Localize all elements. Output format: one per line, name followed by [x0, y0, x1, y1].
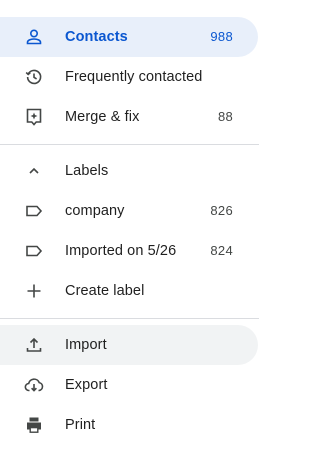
label-icon: [24, 241, 44, 261]
sidebar-item-label-imported[interactable]: Imported on 5/26 824: [0, 231, 258, 271]
sidebar-item-label: Frequently contacted: [65, 69, 203, 85]
import-label: Import: [65, 337, 107, 353]
sidebar-item-label: Contacts: [65, 29, 128, 45]
label-count: 824: [210, 243, 233, 258]
create-label-button[interactable]: Create label: [0, 271, 258, 311]
merge-fix-icon: [24, 107, 44, 127]
labels-section-toggle[interactable]: Labels: [0, 151, 258, 191]
export-label: Export: [65, 377, 108, 393]
divider: [0, 144, 259, 145]
sidebar-item-merge-fix[interactable]: Merge & fix 88: [0, 97, 258, 137]
print-button[interactable]: Print: [0, 405, 258, 445]
print-label: Print: [65, 417, 96, 433]
printer-icon: [24, 415, 44, 435]
labels-heading: Labels: [65, 163, 109, 179]
plus-icon: [24, 281, 44, 301]
contacts-count: 988: [210, 29, 233, 44]
person-icon: [24, 27, 44, 47]
merge-count: 88: [217, 109, 233, 124]
import-button[interactable]: Import: [0, 325, 258, 365]
export-button[interactable]: Export: [0, 365, 258, 405]
sidebar-item-label: Merge & fix: [65, 109, 140, 125]
upload-icon: [24, 335, 44, 355]
label-count: 826: [210, 203, 233, 218]
sidebar-item-contacts[interactable]: Contacts 988: [0, 17, 258, 57]
sidebar-item-label: Imported on 5/26: [65, 243, 177, 259]
history-icon: [24, 67, 44, 87]
chevron-up-icon: [24, 161, 44, 181]
sidebar-item-label: company: [65, 203, 125, 219]
cloud-download-icon: [24, 375, 44, 395]
divider: [0, 318, 259, 319]
sidebar-item-label-company[interactable]: company 826: [0, 191, 258, 231]
sidebar-item-frequently-contacted[interactable]: Frequently contacted: [0, 57, 258, 97]
label-icon: [24, 201, 44, 221]
create-label-text: Create label: [65, 283, 145, 299]
